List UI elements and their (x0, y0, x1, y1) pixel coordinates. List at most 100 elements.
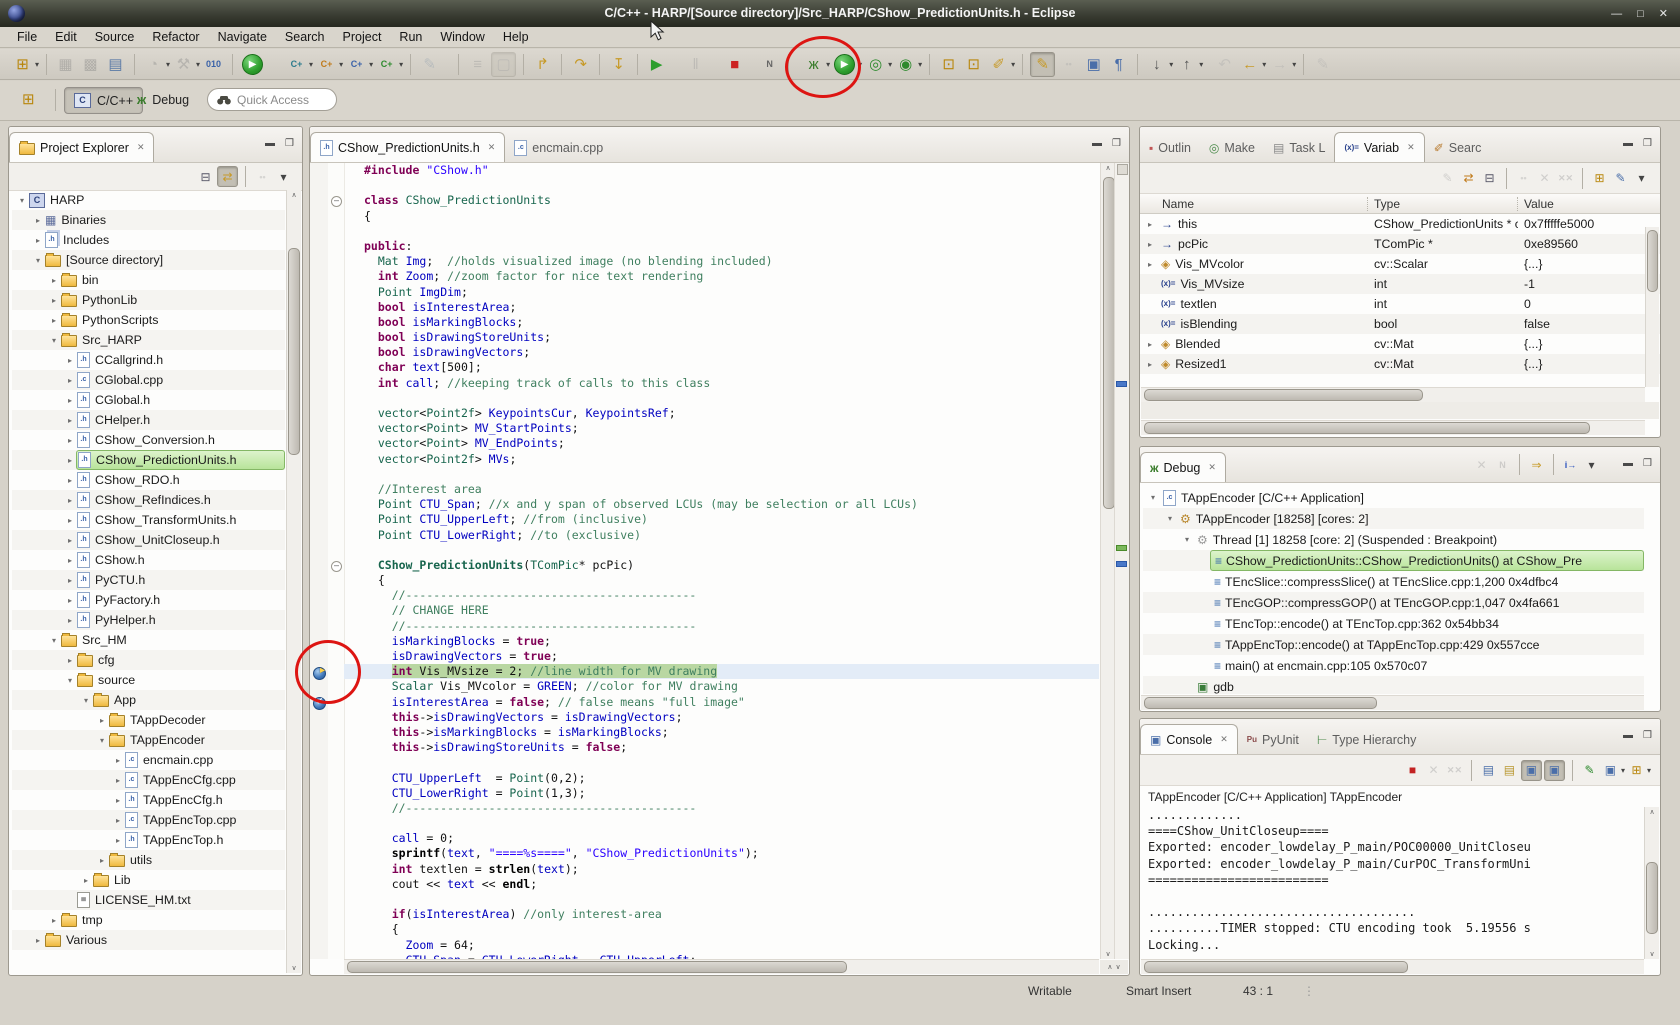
minimize-view-icon[interactable]: ▬ (1092, 138, 1102, 149)
expander-icon[interactable]: ▸ (112, 816, 124, 825)
fold-collapse-icon[interactable]: – (331, 196, 342, 207)
code-line[interactable]: { (344, 573, 1099, 588)
code-line[interactable]: //--------------------------------------… (344, 588, 1099, 603)
minimize-view-icon[interactable]: ▬ (1623, 458, 1633, 469)
console-horizontal-scrollbar[interactable] (1141, 959, 1644, 974)
code-line[interactable]: if(isInterestArea) //only interest-area (344, 907, 1099, 922)
variable-row-vis_mvcolor[interactable]: ▸◈Vis_MVcolorcv::Scalar{...} (1140, 254, 1660, 274)
back-icon[interactable]: ← (1238, 53, 1261, 76)
variables-horizontal-scrollbar[interactable] (1141, 387, 1645, 402)
scroll-down-icon[interactable]: ∨ (287, 964, 301, 972)
tab-make[interactable]: ◎Make (1200, 133, 1264, 162)
pin-console-icon[interactable]: ✎ (1580, 761, 1599, 780)
expander-icon[interactable]: ▸ (96, 856, 108, 865)
code-line[interactable]: //Interest area (344, 482, 1099, 497)
scrollbar-thumb[interactable] (1647, 230, 1658, 292)
search-icon[interactable]: ✐ (987, 53, 1010, 76)
tab-close-icon[interactable]: ✕ (1208, 462, 1216, 473)
code-line[interactable]: isMarkingBlocks = true; (344, 634, 1099, 649)
tree-item--source-directory-[interactable]: ▾[Source directory] (12, 250, 285, 270)
code-line[interactable] (344, 543, 1099, 558)
menu-edit[interactable]: Edit (46, 29, 86, 45)
menu-run[interactable]: Run (390, 29, 431, 45)
code-line[interactable]: CTU_UpperLeft = Point(0,2); (344, 771, 1099, 786)
tree-item-binaries[interactable]: ▸▦Binaries (12, 210, 285, 230)
external-tools-dropdown-icon[interactable]: ▾ (918, 60, 922, 69)
overview-mark[interactable] (1116, 561, 1127, 567)
external-tools-icon[interactable]: ◉ (894, 53, 917, 76)
step-return-icon[interactable]: ↱ (531, 53, 554, 76)
editor-vertical-scrollbar[interactable]: ∧ ∨ (1100, 163, 1115, 959)
menu-project[interactable]: Project (334, 29, 391, 45)
tree-item-tappenctop-cpp[interactable]: ▸.cTAppEncTop.cpp (12, 810, 285, 830)
expander-icon[interactable]: ▸ (48, 276, 60, 285)
code-line[interactable]: CTU_LowerRight = Point(1,3); (344, 786, 1099, 801)
code-line[interactable]: #include "CShow.h" (344, 163, 1099, 178)
expander-icon[interactable]: ▸ (64, 576, 76, 585)
scroll-lock-icon[interactable]: ▤ (1500, 761, 1519, 780)
tab-encmain-cpp[interactable]: .cencmain.cpp (505, 133, 612, 162)
menu-search[interactable]: Search (276, 29, 334, 45)
expander-icon[interactable]: ▾ (32, 256, 44, 265)
variable-row-isblending[interactable]: (x)=isBlendingboolfalse (1140, 314, 1660, 334)
scrollbar-thumb[interactable] (347, 961, 847, 973)
code-line[interactable]: Scalar Vis_MVcolor = GREEN; //color for … (344, 679, 1099, 694)
profile-icon[interactable]: ◎ (864, 53, 887, 76)
code-line[interactable]: public: (344, 239, 1099, 254)
new-cpp-class-dropdown-icon[interactable]: ▾ (369, 60, 373, 69)
expander-icon[interactable]: ▸ (80, 876, 92, 885)
variables-vertical-scrollbar[interactable] (1645, 227, 1659, 387)
profile-dropdown-icon[interactable]: ▾ (888, 60, 892, 69)
tree-item-cshow-transformunits-h[interactable]: ▸.hCShow_TransformUnits.h (12, 510, 285, 530)
tree-item-encmain-cpp[interactable]: ▸.cencmain.cpp (12, 750, 285, 770)
code-line[interactable] (344, 224, 1099, 239)
expander-icon[interactable]: ▸ (112, 776, 124, 785)
maximize-view-icon[interactable]: ❒ (285, 138, 294, 149)
code-line[interactable]: vector<Point2f> KeypointsCur, KeypointsR… (344, 406, 1099, 421)
tree-item-src-hm[interactable]: ▾Src_HM (12, 630, 285, 650)
minimize-view-icon[interactable]: ▬ (1623, 138, 1633, 149)
code-line[interactable]: Mat Img; //holds visualized image (no bl… (344, 254, 1099, 269)
variables-detail-sash[interactable] (1141, 402, 1659, 419)
menu-file[interactable]: File (8, 29, 46, 45)
debug-node[interactable]: ≡CShow_PredictionUnits::CShow_Prediction… (1143, 550, 1644, 571)
code-line[interactable]: // CHANGE HERE (344, 603, 1099, 618)
expander-icon[interactable]: ▸ (1144, 260, 1156, 269)
step-over-icon[interactable]: ↷ (569, 53, 592, 76)
tree-item-cshow-h[interactable]: ▸.hCShow.h (12, 550, 285, 570)
minimize-button[interactable]: — (1611, 8, 1622, 20)
code-line[interactable]: vector<Point> MV_StartPoints; (344, 421, 1099, 436)
column-name[interactable]: Name (1140, 197, 1368, 211)
new-c-project-dropdown-icon[interactable]: ▾ (339, 60, 343, 69)
new-c-class-dropdown-icon[interactable]: ▾ (309, 60, 313, 69)
show-whitespace-icon[interactable]: ¶ (1107, 53, 1130, 76)
show-source-icon[interactable]: ▣ (1082, 53, 1105, 76)
maximize-view-icon[interactable]: ❒ (1112, 138, 1121, 149)
code-line[interactable] (344, 755, 1099, 770)
tab-close-icon[interactable]: ✕ (137, 142, 145, 153)
scrollbar-thumb[interactable] (1144, 961, 1408, 973)
expander-icon[interactable]: ▸ (64, 396, 76, 405)
tab-searc[interactable]: ✐Searc (1425, 133, 1491, 162)
tab-close-icon[interactable]: ✕ (1220, 734, 1228, 745)
code-line[interactable]: int textlen = strlen(text); (344, 862, 1099, 877)
code-line[interactable]: this->isMarkingBlocks = isMarkingBlocks; (344, 725, 1099, 740)
scrollbar-thumb[interactable] (1144, 422, 1590, 434)
perspective-debug[interactable]: ж Debug (128, 87, 198, 112)
expander-icon[interactable]: ▾ (80, 696, 92, 705)
tab-task-l[interactable]: ▤Task L (1264, 133, 1334, 162)
new-make-target-dropdown-icon[interactable]: ▾ (399, 60, 403, 69)
debug-node[interactable]: ▾⚙Thread [1] 18258 [core: 2] (Suspended … (1143, 529, 1644, 550)
link-with-editor-icon[interactable]: ⇄ (217, 166, 238, 187)
prev-annotation-dropdown-icon[interactable]: ▾ (1199, 60, 1203, 69)
open-console-dropdown-icon[interactable]: ▾ (1647, 766, 1651, 775)
tab-pyunit[interactable]: PuPyUnit (1238, 725, 1308, 754)
tree-item-cglobal-h[interactable]: ▸.hCGlobal.h (12, 390, 285, 410)
expander-icon[interactable]: ▸ (1144, 360, 1156, 369)
code-line[interactable]: Point ImgDim; (344, 285, 1099, 300)
tree-item-pyhelper-h[interactable]: ▸.hPyHelper.h (12, 610, 285, 630)
tab-close-icon[interactable]: ✕ (1407, 142, 1415, 153)
maximize-view-icon[interactable]: ❒ (1643, 138, 1652, 149)
expander-icon[interactable]: ▾ (1147, 493, 1159, 502)
code-line[interactable]: bool isInterestArea; (344, 300, 1099, 315)
